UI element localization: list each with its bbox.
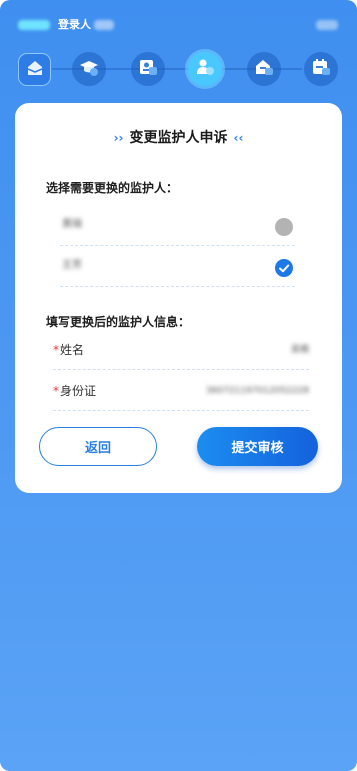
id-card-icon bbox=[137, 56, 159, 82]
guardian-option-2[interactable]: 王芳 bbox=[60, 247, 295, 287]
required-mark: * bbox=[53, 343, 59, 357]
name-label-text: 姓名 bbox=[60, 343, 85, 357]
guardian-user-icon bbox=[194, 56, 216, 82]
name-field-row[interactable]: *姓名 吴楠 bbox=[53, 330, 309, 370]
fill-guardian-label: 填写更换后的监护人信息： bbox=[46, 315, 191, 329]
name-field-label: *姓名 bbox=[53, 342, 84, 358]
title-left-mark: ›› bbox=[113, 131, 124, 145]
radio-checked-icon[interactable] bbox=[275, 259, 293, 277]
id-field-value[interactable]: 360721197012052228 bbox=[206, 385, 309, 397]
id-field-label: *身份证 bbox=[53, 383, 96, 399]
blurred-logo bbox=[18, 20, 50, 30]
app-frame: 登录人 ›› 变更监护人申诉 ‹‹ 选择需要更换的监护人： 黄瑞 王芳 填写更换… bbox=[0, 0, 357, 771]
house-info-icon bbox=[253, 56, 275, 82]
title-right-mark: ‹‹ bbox=[233, 131, 244, 145]
name-field-value[interactable]: 吴楠 bbox=[291, 344, 309, 356]
back-button[interactable]: 返回 bbox=[39, 427, 157, 466]
guardian-option-1[interactable]: 黄瑞 bbox=[60, 206, 295, 246]
blurred-user-tag bbox=[94, 20, 114, 30]
progress-steps bbox=[0, 50, 357, 90]
step-identity[interactable] bbox=[131, 52, 165, 86]
required-mark: * bbox=[53, 384, 59, 398]
card-title: 变更监护人申诉 bbox=[129, 130, 228, 146]
page-title: 登录人 bbox=[58, 18, 91, 31]
submit-review-button[interactable]: 提交审核 bbox=[197, 427, 318, 466]
step-school[interactable] bbox=[72, 52, 106, 86]
id-field-row[interactable]: *身份证 360721197012052228 bbox=[53, 371, 309, 411]
top-bar: 登录人 bbox=[0, 0, 357, 50]
step-residence[interactable] bbox=[247, 52, 281, 86]
radio-unselected-icon[interactable] bbox=[275, 218, 293, 236]
step-home[interactable] bbox=[18, 53, 51, 86]
select-guardian-label: 选择需要更换的监护人： bbox=[46, 181, 179, 195]
card-title-row: ›› 变更监护人申诉 ‹‹ bbox=[15, 129, 342, 147]
home-icon bbox=[24, 57, 46, 83]
appeal-card: ›› 变更监护人申诉 ‹‹ 选择需要更换的监护人： 黄瑞 王芳 填写更换后的监护人信… bbox=[15, 103, 342, 493]
graduation-cap-icon bbox=[78, 56, 100, 82]
blurred-top-right[interactable] bbox=[316, 20, 338, 30]
id-label-text: 身份证 bbox=[60, 384, 97, 398]
step-review[interactable] bbox=[304, 52, 338, 86]
guardian-name: 王芳 bbox=[62, 260, 82, 271]
guardian-name: 黄瑞 bbox=[62, 219, 82, 230]
calendar-info-icon bbox=[310, 56, 332, 82]
step-guardian[interactable] bbox=[188, 52, 222, 86]
